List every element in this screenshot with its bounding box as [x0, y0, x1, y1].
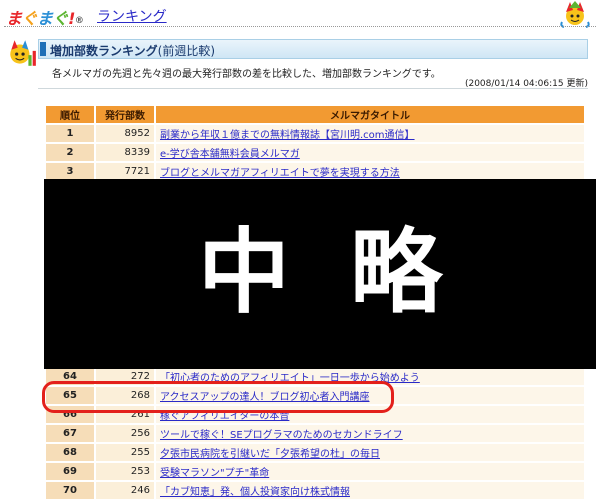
magazine-title-link[interactable]: 夕張市民病院を引継いだ「夕張希望の杜」の毎日 — [160, 449, 380, 460]
title-cell: 夕張市民病院を引継いだ「夕張希望の杜」の毎日 — [155, 443, 586, 463]
title-cell: e-学び舎本舗無料会員メルマガ — [155, 143, 586, 163]
magazine-title-link[interactable]: 「カブ知恵」発、個人投資家向け株式情報 — [160, 487, 350, 498]
magazine-title-link[interactable]: 受験マラソン"プチ"革命 — [160, 468, 269, 479]
ranking-row: 68 255 夕張市民病院を引継いだ「夕張希望の杜」の毎日 — [46, 443, 586, 463]
count-cell: 8952 — [95, 124, 156, 144]
top-bar: まぐまぐ!® ランキング — [0, 0, 600, 30]
logo-registered-mark: ® — [74, 16, 84, 26]
ranking-mascot-icon — [10, 40, 36, 66]
magazine-title-link[interactable]: e-学び舎本舗無料会員メルマガ — [160, 149, 300, 160]
omitted-overlay: 中略 — [44, 179, 596, 369]
section-title: 増加部数ランキング(前週比較) — [50, 42, 215, 59]
ranking-row: 70 246 「カブ知恵」発、個人投資家向け株式情報 — [46, 481, 586, 501]
count-cell: 246 — [95, 481, 156, 501]
ranking-row: 69 253 受験マラソン"プチ"革命 — [46, 462, 586, 482]
rank-cell: 68 — [46, 443, 96, 463]
omitted-label: 中略 — [197, 219, 502, 326]
magazine-title-link[interactable]: ブログとメルマガアフィリエイトで夢を実現する方法 — [160, 168, 400, 179]
section-description: 各メルマガの先週と先々週の最大発行部数の差を比較した、増加部数ランキングです。 — [52, 69, 441, 80]
rank-cell: 1 — [46, 124, 96, 144]
section-header: 増加部数ランキング(前週比較) — [38, 39, 588, 59]
rank-cell: 2 — [46, 143, 96, 163]
table-header-row: 順位 発行部数 メルマガタイトル — [46, 106, 586, 125]
header-rank: 順位 — [46, 106, 96, 125]
count-cell: 8339 — [95, 143, 156, 163]
count-cell: 253 — [95, 462, 156, 482]
title-cell: ツールで稼ぐ！SEプログラマのためのセカンドライフ — [155, 424, 586, 444]
rank-cell: 70 — [46, 481, 96, 501]
mascot-icon — [560, 1, 590, 28]
rank-cell: 67 — [46, 424, 96, 444]
title-cell: 受験マラソン"プチ"革命 — [155, 462, 586, 482]
header-count: 発行部数 — [95, 106, 156, 125]
section-title-main: 増加部数ランキング — [50, 44, 158, 58]
count-cell: 255 — [95, 443, 156, 463]
ranking-link[interactable]: ランキング — [97, 6, 167, 26]
highlight-circle — [42, 381, 394, 413]
section-divider — [38, 88, 588, 89]
title-cell: 「カブ知恵」発、個人投資家向け株式情報 — [155, 481, 586, 501]
ranking-row: 67 256 ツールで稼ぐ！SEプログラマのためのセカンドライフ — [46, 424, 586, 444]
header-title: メルマガタイトル — [155, 106, 586, 125]
title-cell: 副業から年収１億までの無料情報誌【宮川明.com通信】 — [155, 124, 586, 144]
header-divider — [4, 26, 596, 27]
ranking-row: 2 8339 e-学び舎本舗無料会員メルマガ — [46, 143, 586, 163]
magazine-title-link[interactable]: ツールで稼ぐ！SEプログラマのためのセカンドライフ — [160, 430, 403, 441]
ranking-row: 1 8952 副業から年収１億までの無料情報誌【宮川明.com通信】 — [46, 124, 586, 144]
section-title-sub: (前週比較) — [157, 44, 216, 58]
rank-cell: 69 — [46, 462, 96, 482]
count-cell: 256 — [95, 424, 156, 444]
section-header-bar — [40, 42, 46, 56]
magazine-title-link[interactable]: 副業から年収１億までの無料情報誌【宮川明.com通信】 — [160, 130, 415, 141]
